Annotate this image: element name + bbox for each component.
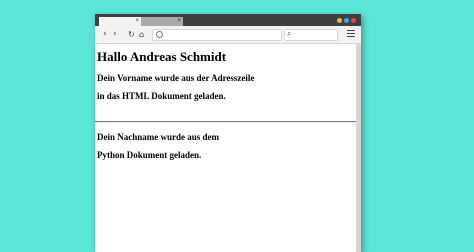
minimize-button[interactable]: [337, 18, 342, 23]
hamburger-menu-icon[interactable]: [347, 30, 355, 39]
paragraph-first-name-line2: in das HTML Dokument geladen.: [97, 91, 226, 101]
reload-icon[interactable]: ↻: [128, 29, 135, 40]
info-icon[interactable]: [156, 31, 163, 38]
search-icon: ⌕: [287, 29, 292, 38]
tab-active[interactable]: ×: [99, 17, 141, 26]
page-heading: Hallo Andreas Schmidt: [97, 49, 227, 64]
scrollbar[interactable]: [356, 44, 361, 252]
paragraph-last-name-line1: Dein Nachname wurde aus dem: [97, 132, 220, 142]
browser-toolbar: ‹ › ↻ ⌂ ⌕: [95, 26, 361, 44]
paragraph-last-name-line2: Python Dokument geladen.: [97, 150, 202, 160]
close-window-button[interactable]: [351, 18, 356, 23]
browser-window: × × ‹ › ↻ ⌂ ⌕ Hallo Andreas Schmidt Dein…: [95, 14, 361, 252]
forward-icon[interactable]: ›: [113, 29, 117, 40]
tab-close-icon[interactable]: ×: [177, 17, 181, 26]
paragraph-first-name-line1: Dein Vorname wurde aus der Adresszeile: [97, 73, 255, 83]
tab-inactive[interactable]: ×: [141, 17, 183, 26]
home-icon[interactable]: ⌂: [139, 29, 144, 40]
title-bar: × ×: [95, 14, 361, 26]
page-content: Hallo Andreas Schmidt Dein Vorname wurde…: [95, 44, 356, 252]
maximize-button[interactable]: [344, 18, 349, 23]
horizontal-rule: [95, 121, 356, 123]
back-icon[interactable]: ‹: [103, 29, 107, 40]
search-input[interactable]: ⌕: [284, 29, 338, 41]
address-bar[interactable]: [152, 29, 282, 41]
tab-close-icon[interactable]: ×: [135, 17, 139, 26]
